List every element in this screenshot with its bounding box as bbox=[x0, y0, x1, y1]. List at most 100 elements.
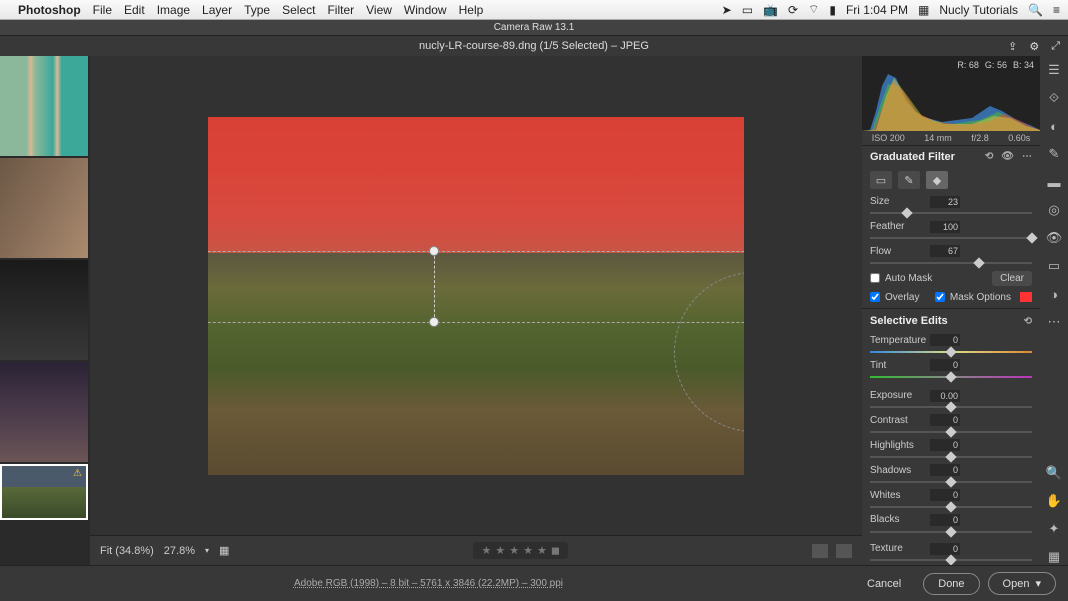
brush-add-button[interactable]: ✎ bbox=[898, 171, 920, 189]
menu-select[interactable]: Select bbox=[282, 3, 315, 17]
texture-value[interactable]: 0 bbox=[930, 543, 960, 555]
star-icon[interactable]: ★ bbox=[509, 544, 519, 557]
star-icon[interactable]: ★ bbox=[495, 544, 505, 557]
histogram[interactable]: R: 68 G: 56 B: 34 bbox=[862, 56, 1040, 131]
exposure-slider[interactable] bbox=[870, 404, 1032, 410]
done-button[interactable]: Done bbox=[923, 573, 979, 595]
battery-icon[interactable]: ▮ bbox=[829, 3, 836, 17]
user-menu[interactable]: Nucly Tutorials bbox=[939, 3, 1018, 17]
whites-slider[interactable] bbox=[870, 504, 1032, 510]
brush-tool-icon[interactable]: ✎ bbox=[1046, 146, 1062, 162]
hand-tool-icon[interactable]: ✋ bbox=[1046, 493, 1062, 509]
sync-icon[interactable]: ⟳ bbox=[788, 3, 798, 17]
gradient-tool-icon[interactable]: ▬ bbox=[1046, 174, 1062, 190]
highlights-slider[interactable] bbox=[870, 454, 1032, 460]
color-label-icon[interactable]: ◼ bbox=[551, 544, 560, 557]
menu-edit[interactable]: Edit bbox=[124, 3, 145, 17]
flow-value[interactable]: 67 bbox=[930, 245, 960, 257]
menu-type[interactable]: Type bbox=[244, 3, 270, 17]
star-icon[interactable]: ★ bbox=[537, 544, 547, 557]
tint-value[interactable]: 0 bbox=[930, 359, 960, 371]
temperature-value[interactable]: 0 bbox=[930, 334, 960, 346]
chevron-down-icon[interactable]: ▾ bbox=[1035, 577, 1041, 590]
thumbnail[interactable] bbox=[0, 260, 88, 360]
reset-edits-icon[interactable]: ⟲ bbox=[1024, 316, 1032, 327]
shadows-slider[interactable] bbox=[870, 479, 1032, 485]
contrast-slider[interactable] bbox=[870, 429, 1032, 435]
size-slider[interactable] bbox=[870, 210, 1032, 216]
overlay-checkbox[interactable] bbox=[870, 292, 880, 302]
tv-icon[interactable]: 📺 bbox=[763, 3, 778, 17]
clock[interactable]: Fri 1:04 PM bbox=[846, 3, 908, 17]
redeye-tool-icon[interactable]: 👁 bbox=[1046, 230, 1062, 246]
more-tools-icon[interactable]: ⋯ bbox=[1046, 314, 1062, 330]
notifications-icon[interactable]: ≡ bbox=[1053, 3, 1060, 17]
snapshot-tool-icon[interactable]: ▭ bbox=[1046, 258, 1062, 274]
canvas[interactable] bbox=[90, 56, 862, 535]
display-icon[interactable]: ▭ bbox=[742, 3, 753, 17]
gear-icon[interactable]: ⚙ bbox=[1029, 40, 1039, 53]
gradient-center-line[interactable] bbox=[434, 251, 435, 322]
edit-tool-icon[interactable]: ☰ bbox=[1046, 62, 1062, 78]
menu-image[interactable]: Image bbox=[157, 3, 190, 17]
reset-icon[interactable]: ⟲ bbox=[985, 151, 993, 162]
whites-value[interactable]: 0 bbox=[930, 489, 960, 501]
menu-window[interactable]: Window bbox=[404, 3, 447, 17]
zoom-select[interactable]: 27.8% bbox=[164, 545, 195, 557]
highlights-value[interactable]: 0 bbox=[930, 439, 960, 451]
wifi-icon[interactable]: ⌔ bbox=[808, 2, 819, 17]
shadows-value[interactable]: 0 bbox=[930, 464, 960, 476]
search-icon[interactable]: 🔍 bbox=[1028, 3, 1043, 17]
zoom-tool-icon[interactable]: 🔍 bbox=[1046, 465, 1062, 481]
thumbnail[interactable] bbox=[0, 56, 88, 156]
menu-layer[interactable]: Layer bbox=[202, 3, 232, 17]
new-mask-button[interactable]: ▭ bbox=[870, 171, 892, 189]
fullscreen-icon[interactable]: ⤢ bbox=[1051, 40, 1060, 53]
visibility-icon[interactable]: 👁 bbox=[1001, 151, 1014, 162]
share-icon[interactable]: ⇪ bbox=[1008, 40, 1017, 53]
mask-color-swatch[interactable] bbox=[1020, 292, 1032, 302]
texture-slider[interactable] bbox=[870, 557, 1032, 563]
thumbnail[interactable] bbox=[0, 158, 88, 258]
gradient-line-bottom[interactable] bbox=[208, 322, 744, 323]
crop-tool-icon[interactable]: ⟐ bbox=[1046, 90, 1062, 106]
tint-slider[interactable] bbox=[870, 374, 1032, 380]
flag-icon[interactable]: ▦ bbox=[918, 3, 929, 17]
grid-icon[interactable]: ▦ bbox=[219, 544, 229, 557]
gradient-handle-top[interactable] bbox=[429, 246, 439, 256]
photo-preview[interactable] bbox=[208, 117, 744, 475]
thumbnail-selected[interactable] bbox=[0, 464, 88, 520]
blacks-slider[interactable] bbox=[870, 529, 1032, 535]
sampler-tool-icon[interactable]: ✦ bbox=[1046, 521, 1062, 537]
size-value[interactable]: 23 bbox=[930, 196, 960, 208]
temperature-slider[interactable] bbox=[870, 349, 1032, 355]
auto-mask-checkbox[interactable] bbox=[870, 273, 880, 283]
menu-view[interactable]: View bbox=[366, 3, 392, 17]
menu-help[interactable]: Help bbox=[459, 3, 484, 17]
compare-view-icon[interactable] bbox=[836, 544, 852, 558]
menu-filter[interactable]: Filter bbox=[327, 3, 354, 17]
chevron-down-icon[interactable]: ▾ bbox=[205, 546, 209, 555]
gradient-handle-bottom[interactable] bbox=[429, 317, 439, 327]
clear-button[interactable]: Clear bbox=[992, 271, 1032, 286]
cancel-button[interactable]: Cancel bbox=[853, 574, 915, 594]
fit-label[interactable]: Fit (34.8%) bbox=[100, 545, 154, 557]
blacks-value[interactable]: 0 bbox=[930, 514, 960, 526]
grid-tool-icon[interactable]: ▦ bbox=[1046, 549, 1062, 565]
single-view-icon[interactable] bbox=[812, 544, 828, 558]
presets-tool-icon[interactable]: ◑ bbox=[1046, 286, 1062, 302]
menu-file[interactable]: File bbox=[93, 3, 112, 17]
exposure-value[interactable]: 0.00 bbox=[930, 390, 960, 402]
rating-stars[interactable]: ★ ★ ★ ★ ★ ◼ bbox=[473, 542, 568, 559]
contrast-value[interactable]: 0 bbox=[930, 414, 960, 426]
radial-tool-icon[interactable]: ◎ bbox=[1046, 202, 1062, 218]
feather-slider[interactable] bbox=[870, 235, 1032, 241]
open-button[interactable]: Open▾ bbox=[988, 572, 1056, 595]
heal-tool-icon[interactable]: ◐ bbox=[1046, 118, 1062, 134]
location-icon[interactable]: ➤ bbox=[722, 3, 732, 17]
file-meta[interactable]: Adobe RGB (1998) – 8 bit – 5761 x 3846 (… bbox=[294, 578, 563, 589]
more-icon[interactable]: ⋯ bbox=[1022, 151, 1032, 162]
mask-options-checkbox[interactable] bbox=[935, 292, 945, 302]
feather-value[interactable]: 100 bbox=[930, 221, 960, 233]
thumbnail[interactable] bbox=[0, 362, 88, 462]
